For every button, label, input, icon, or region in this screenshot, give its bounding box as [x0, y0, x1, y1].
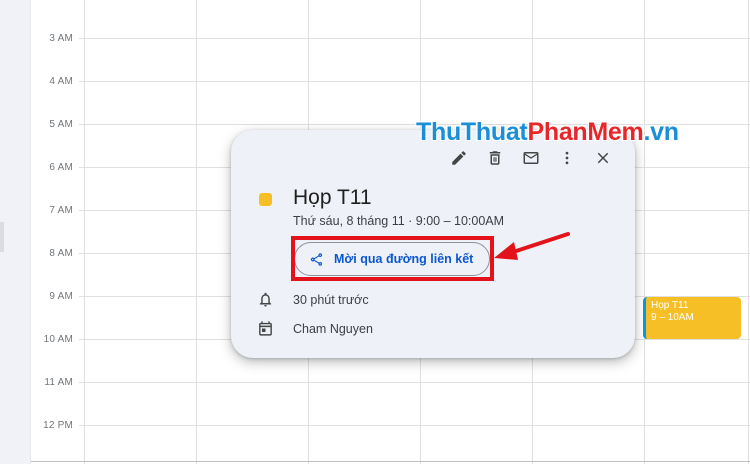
annotation-highlight-box	[291, 236, 494, 281]
grid-column-line	[748, 0, 749, 464]
time-label: 10 AM	[43, 334, 73, 345]
time-label: 11 AM	[44, 377, 73, 388]
event-chip-title: Họp T11	[651, 300, 689, 311]
grid-column-line	[84, 0, 85, 464]
watermark-part-2: PhanMem	[527, 118, 644, 146]
left-rail	[0, 0, 30, 464]
grid-column-line	[196, 0, 197, 464]
organizer-name: Cham Nguyen	[293, 321, 373, 336]
hour-line	[79, 38, 750, 39]
watermark-part-1: ThuThuat	[416, 118, 528, 146]
email-guests-button[interactable]	[517, 146, 545, 170]
more-options-button[interactable]	[553, 146, 581, 170]
event-chip-time: 9 – 10AM	[651, 312, 694, 323]
calendar-icon	[259, 321, 272, 336]
rail-notch	[0, 222, 4, 252]
hour-line	[79, 81, 750, 82]
time-label: 3 AM	[49, 33, 73, 44]
event-date-time: Thứ sáu, 8 tháng 11 · 9:00 – 10:00AM	[293, 214, 505, 228]
delete-button[interactable]	[481, 146, 509, 170]
popup-toolbar	[445, 146, 617, 170]
hour-line	[79, 382, 750, 383]
calendar-event-chip[interactable]: Họp T11 9 – 10AM	[643, 297, 741, 339]
time-label: 7 AM	[49, 205, 73, 216]
hour-line	[79, 425, 750, 426]
edit-button[interactable]	[445, 146, 473, 170]
bell-icon	[259, 292, 272, 307]
time-label: 8 AM	[49, 248, 73, 259]
close-button[interactable]	[589, 146, 617, 170]
time-label: 9 AM	[49, 291, 73, 302]
watermark-logo: ThuThuatPhanMem.vn	[416, 118, 679, 147]
pencil-icon	[452, 151, 466, 165]
grid-column-line	[644, 0, 645, 464]
time-label: 4 AM	[49, 76, 73, 87]
event-title: Họp T11	[293, 186, 372, 209]
watermark-part-3: .vn	[643, 118, 679, 146]
trash-icon	[489, 151, 501, 165]
event-color-swatch	[259, 193, 272, 206]
time-label: 6 AM	[49, 162, 73, 173]
reminder-row: 30 phút trước	[257, 291, 369, 308]
time-label: 12 PM	[43, 420, 73, 431]
more-vert-icon	[565, 151, 569, 165]
time-label: 5 AM	[49, 119, 73, 130]
annotation-arrow-icon	[494, 232, 570, 260]
bottom-divider	[31, 461, 750, 462]
close-icon	[597, 152, 609, 164]
reminder-text: 30 phút trước	[293, 292, 369, 307]
mail-icon	[523, 152, 539, 164]
organizer-row: Cham Nguyen	[257, 320, 373, 337]
